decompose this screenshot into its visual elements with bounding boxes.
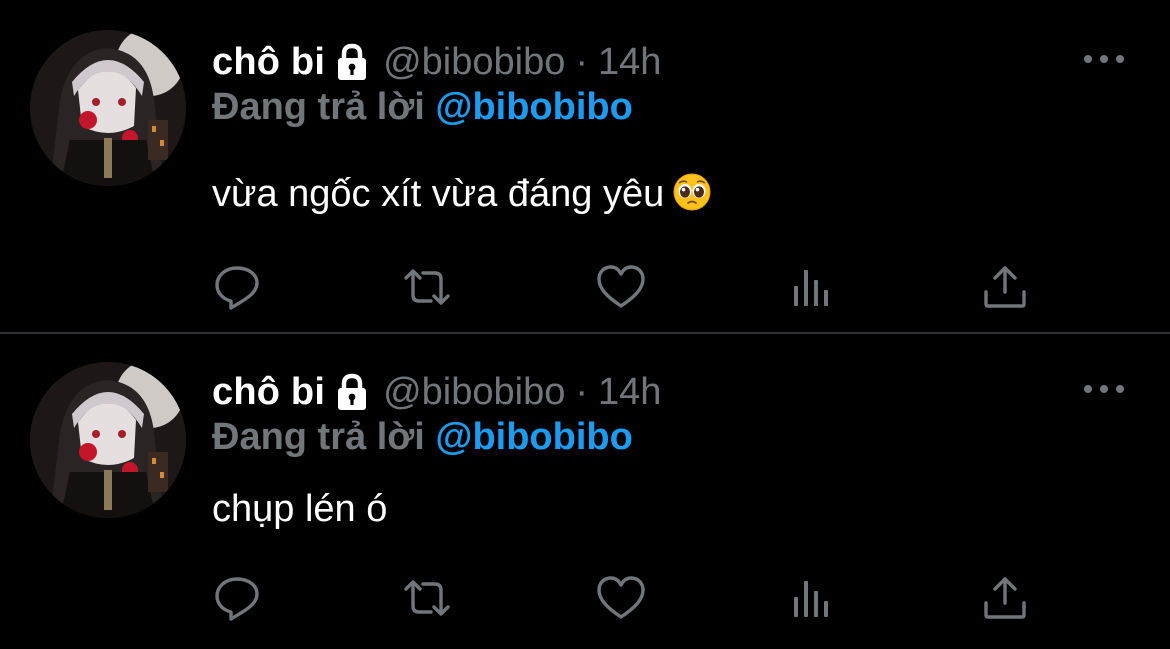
more-icon[interactable] [1082, 374, 1126, 404]
tweet[interactable]: chô bi @bibobibo · 14h Đang trả lời @bib… [0, 0, 1170, 334]
timeline: chô bi @bibobibo · 14h Đang trả lời @bib… [0, 0, 1170, 649]
avatar-image [30, 30, 186, 186]
avatar-image [30, 362, 186, 518]
timestamp[interactable]: 14h [598, 41, 661, 84]
tweet-actions [212, 262, 1032, 312]
reply-prefix: Đang trả lời [212, 416, 425, 458]
pleading-face-emoji [672, 172, 712, 212]
replying-to: Đang trả lời @bibobibo [212, 86, 633, 129]
tweet-text-content: vừa ngốc xít vừa đáng yêu [212, 173, 665, 215]
timestamp[interactable]: 14h [598, 371, 661, 414]
tweet-header: chô bi @bibobibo · 14h [212, 362, 661, 422]
views-icon[interactable] [788, 262, 838, 312]
reply-mention[interactable]: @bibobibo [435, 86, 632, 128]
handle[interactable]: @bibobibo [383, 41, 565, 84]
retweet-icon[interactable] [402, 262, 452, 312]
views-icon[interactable] [788, 573, 838, 623]
tweet-text: chụp lén ó [212, 488, 387, 531]
tweet-header: chô bi @bibobibo · 14h [212, 32, 661, 92]
display-name[interactable]: chô bi [212, 371, 325, 414]
tweet[interactable]: chô bi @bibobibo · 14h Đang trả lời @bib… [0, 336, 1170, 649]
avatar[interactable] [30, 30, 186, 186]
tweet-actions [212, 573, 1032, 623]
reply-icon[interactable] [212, 262, 262, 312]
tweet-text: vừa ngốc xít vừa đáng yêu [212, 172, 712, 216]
reply-prefix: Đang trả lời [212, 86, 425, 128]
more-icon[interactable] [1082, 44, 1126, 74]
heart-icon[interactable] [596, 573, 646, 623]
separator-dot: · [575, 40, 589, 83]
reply-mention[interactable]: @bibobibo [435, 416, 632, 458]
separator-dot: · [575, 370, 589, 413]
retweet-icon[interactable] [402, 573, 452, 623]
share-icon[interactable] [980, 573, 1030, 623]
display-name[interactable]: chô bi [212, 41, 325, 84]
share-icon[interactable] [980, 262, 1030, 312]
replying-to: Đang trả lời @bibobibo [212, 416, 633, 459]
lock-icon [335, 43, 369, 81]
avatar[interactable] [30, 362, 186, 518]
reply-icon[interactable] [212, 573, 262, 623]
tweet-text-content: chụp lén ó [212, 488, 388, 530]
heart-icon[interactable] [596, 262, 646, 312]
handle[interactable]: @bibobibo [383, 371, 565, 414]
lock-icon [335, 373, 369, 411]
